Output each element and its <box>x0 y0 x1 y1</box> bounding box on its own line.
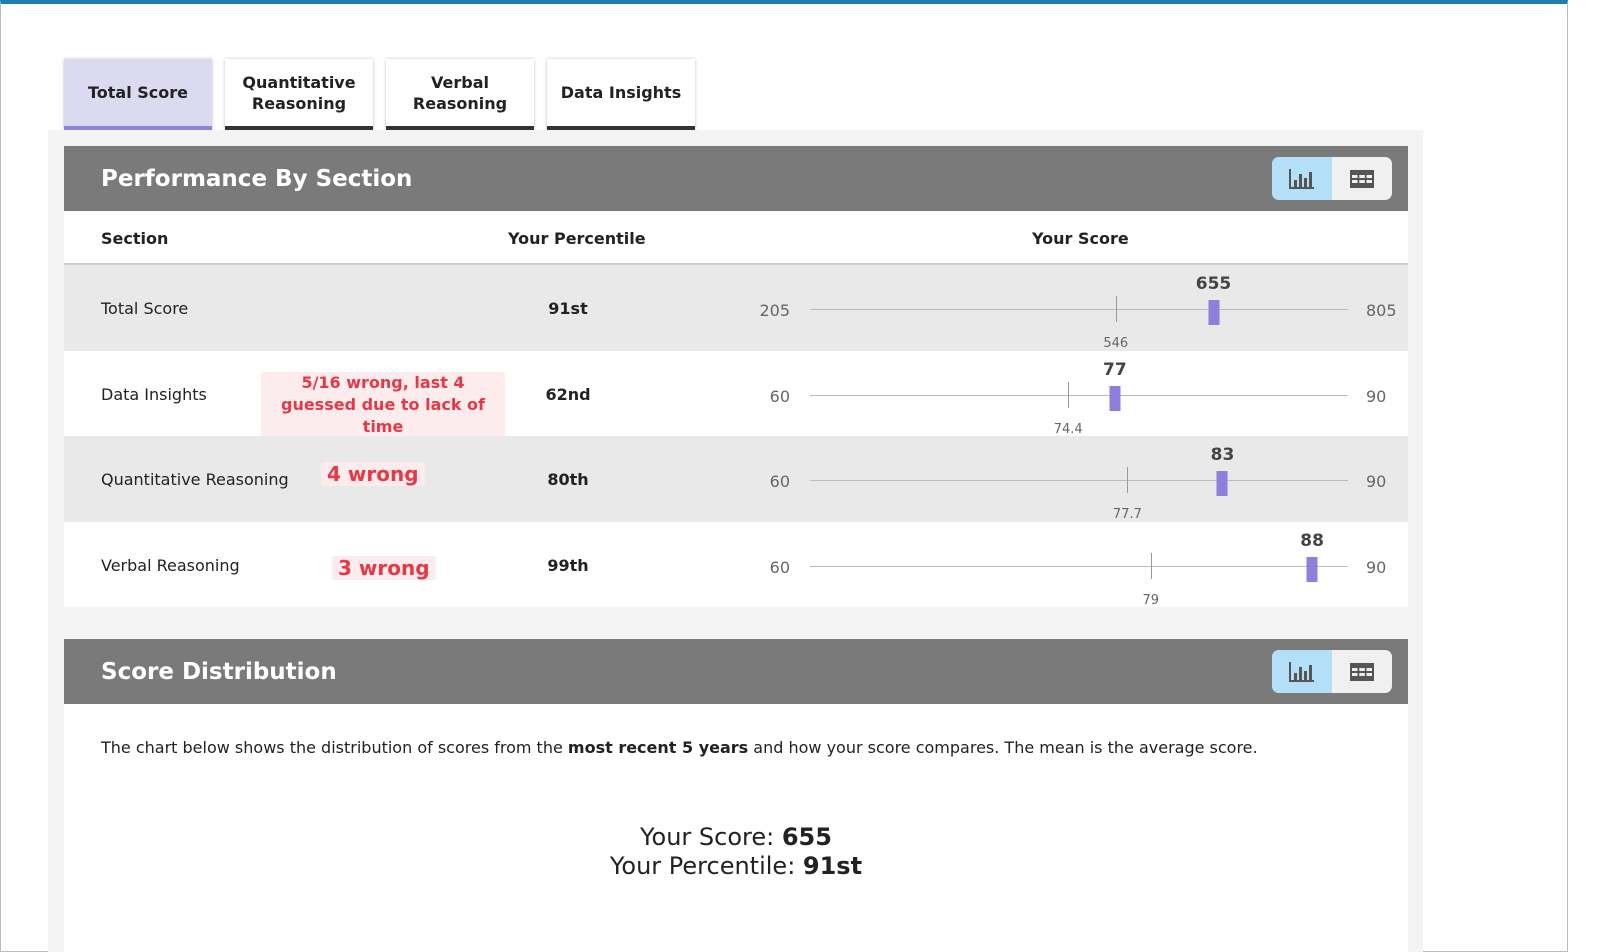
bar-chart-icon <box>1289 168 1314 189</box>
annotation-note: 4 wrong <box>321 462 425 486</box>
distribution-description: The chart below shows the distribution o… <box>64 704 1408 757</box>
score-scale: 79 88 <box>810 531 1348 608</box>
scale-max: 90 <box>1366 557 1387 577</box>
table-row: Total Score 91st 205 546 655 805 <box>64 265 1408 351</box>
performance-card: Performance By Section Section Your Perc… <box>64 146 1408 608</box>
table-icon <box>1350 662 1374 681</box>
performance-title: Performance By Section <box>101 165 413 192</box>
section-name: Data Insights <box>101 384 207 404</box>
desc-text: and how your score compares. The mean is… <box>748 738 1258 757</box>
chart-view-button[interactable] <box>1272 157 1332 200</box>
tab-data-insights[interactable]: Data Insights <box>547 59 695 130</box>
score-marker <box>1216 471 1228 496</box>
col-percentile: Your Percentile <box>508 229 646 248</box>
score-summary: Your Score: 655 Your Percentile: 91st <box>64 823 1408 881</box>
mean-tick <box>1127 467 1129 493</box>
tab-quantitative-reasoning[interactable]: Quantitative Reasoning <box>225 59 373 130</box>
tab-bar: Total Score Quantitative Reasoning Verba… <box>64 59 695 130</box>
table-row: Quantitative Reasoning 4 wrong 80th 60 7… <box>64 436 1408 522</box>
score-value: 655 <box>781 823 832 851</box>
distribution-header: Score Distribution <box>64 639 1408 704</box>
scale-max: 90 <box>1366 386 1387 406</box>
scale-min: 60 <box>769 472 790 491</box>
score-marker <box>1208 300 1219 325</box>
distribution-title: Score Distribution <box>101 658 337 685</box>
content-panel: Performance By Section Section Your Perc… <box>48 130 1423 952</box>
tab-verbal-reasoning[interactable]: Verbal Reasoning <box>386 59 534 130</box>
scale-max: 805 <box>1366 301 1397 320</box>
score-value: 83 <box>1210 445 1235 465</box>
annotation-note: 3 wrong <box>332 555 436 580</box>
percentile-label: Your Percentile: <box>609 852 803 880</box>
scale-max: 90 <box>1366 472 1387 491</box>
desc-text: The chart below shows the distribution o… <box>101 738 568 757</box>
mean-label: 74.4 <box>1053 421 1083 437</box>
percentile-value: 99th <box>547 555 589 575</box>
chart-view-button[interactable] <box>1272 650 1332 693</box>
score-value: 88 <box>1300 530 1324 551</box>
table-row: Verbal Reasoning 3 wrong 99th 60 79 88 9… <box>64 522 1408 608</box>
mean-tick <box>1068 381 1070 408</box>
col-score: Your Score <box>1032 229 1129 248</box>
mean-tick <box>1115 296 1117 322</box>
col-section: Section <box>101 229 169 248</box>
percentile-value: 91st <box>802 852 863 880</box>
annotation-note: 5/16 wrong, last 4 guessed due to lack o… <box>261 371 505 438</box>
performance-header: Performance By Section <box>64 146 1408 211</box>
percentile-value: 80th <box>547 470 589 489</box>
score-value: 77 <box>1103 359 1127 380</box>
percentile-value: 62nd <box>545 384 591 404</box>
distribution-card: Score Distribution The chart below shows… <box>64 639 1408 952</box>
view-toggle <box>1272 650 1392 693</box>
table-icon <box>1350 169 1374 188</box>
scale-min: 205 <box>759 301 790 320</box>
desc-bold: most recent 5 years <box>567 738 749 757</box>
score-scale: 74.4 77 <box>810 360 1348 437</box>
score-marker <box>1306 556 1318 582</box>
scale-min: 60 <box>769 557 790 577</box>
mean-label: 77.7 <box>1112 507 1142 522</box>
mean-tick <box>1150 552 1152 579</box>
scale-min: 60 <box>769 386 790 406</box>
percentile-value: 91st <box>548 299 588 318</box>
score-label: Your Score: <box>640 823 782 851</box>
column-headers: Section Your Percentile Your Score <box>64 211 1408 265</box>
table-view-button[interactable] <box>1332 650 1392 693</box>
tab-total-score[interactable]: Total Score <box>64 59 212 130</box>
section-name: Total Score <box>101 299 189 318</box>
bar-chart-icon <box>1289 661 1314 682</box>
score-scale: 546 655 <box>810 274 1348 351</box>
section-name: Verbal Reasoning <box>101 555 240 575</box>
table-row: Data Insights 5/16 wrong, last 4 guessed… <box>64 351 1408 438</box>
mean-label: 79 <box>1142 592 1159 608</box>
table-view-button[interactable] <box>1332 157 1392 200</box>
section-name: Quantitative Reasoning <box>101 470 289 489</box>
view-toggle <box>1272 157 1392 200</box>
score-value: 655 <box>1195 274 1232 294</box>
score-marker <box>1109 385 1121 411</box>
score-scale: 77.7 83 <box>810 445 1348 522</box>
mean-label: 546 <box>1103 336 1129 351</box>
